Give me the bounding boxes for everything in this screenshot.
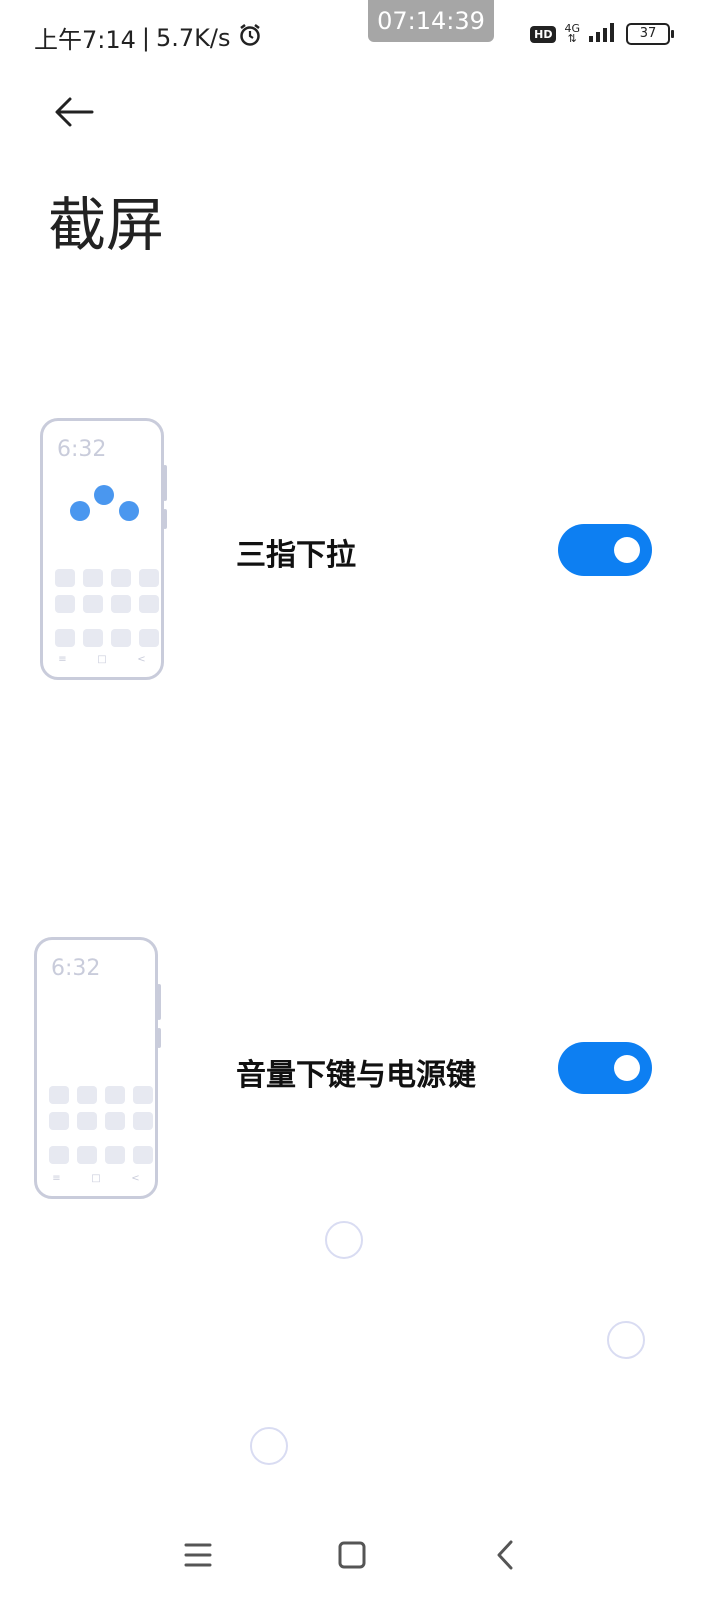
status-time: 上午7:14 xyxy=(34,26,136,54)
three-finger-toggle[interactable] xyxy=(558,524,652,576)
illustration-clock: 6:32 xyxy=(51,956,101,981)
clock-overlay: 07:14:39 xyxy=(368,0,494,42)
network-speed: 5.7K/s xyxy=(156,23,231,52)
data-arrows-icon: ⇅ xyxy=(567,32,577,45)
three-finger-illustration: 6:32 ≡ □ < xyxy=(40,418,167,680)
alarm-icon xyxy=(237,22,263,54)
nav-back-button[interactable] xyxy=(476,1530,536,1580)
back-button[interactable] xyxy=(50,88,98,136)
volume-power-illustration: 6:32 ≡ □ < xyxy=(34,937,161,1199)
illustration-nav: ≡ □ < xyxy=(37,1173,155,1184)
illustration-nav: ≡ □ < xyxy=(43,654,161,665)
status-right: HD 4G ⇅ 37 xyxy=(530,22,674,46)
illustration-side-button xyxy=(163,465,167,501)
touch-indicator xyxy=(607,1321,645,1359)
page-title: 截屏 xyxy=(48,191,165,259)
network-type: 4G ⇅ xyxy=(564,23,580,45)
illustration-side-button xyxy=(157,1028,161,1048)
illustration-app-grid xyxy=(55,569,159,613)
hd-badge: HD xyxy=(530,25,557,43)
illustration-dock xyxy=(55,629,159,647)
volume-power-toggle[interactable] xyxy=(558,1042,652,1094)
chevron-left-icon: < xyxy=(137,654,146,665)
menu-icon xyxy=(184,1543,212,1567)
illustration-dock xyxy=(49,1146,153,1164)
chevron-left-icon: < xyxy=(131,1173,140,1184)
back-icon xyxy=(497,1540,513,1570)
finger-dot xyxy=(94,485,114,505)
square-icon: □ xyxy=(97,654,107,665)
menu-icon: ≡ xyxy=(52,1173,61,1184)
status-separator: | xyxy=(141,23,150,52)
illustration-app-grid xyxy=(49,1086,153,1130)
signal-icon xyxy=(588,22,618,46)
setting-label: 音量下键与电源键 xyxy=(236,1058,476,1093)
recents-button[interactable] xyxy=(168,1530,228,1580)
home-icon xyxy=(338,1541,366,1569)
touch-indicator xyxy=(325,1221,363,1259)
setting-row-volume-power: 6:32 ≡ □ < 音量下键与电源键 xyxy=(0,930,720,1210)
touch-indicator xyxy=(250,1427,288,1465)
setting-label: 三指下拉 xyxy=(236,538,356,573)
illustration-side-button xyxy=(157,984,161,1020)
battery-icon: 37 xyxy=(626,23,674,45)
navigation-bar xyxy=(0,1520,720,1600)
square-icon: □ xyxy=(91,1173,101,1184)
illustration-side-button xyxy=(163,509,167,529)
toggle-knob xyxy=(614,537,640,563)
finger-dot xyxy=(70,501,90,521)
toggle-knob xyxy=(614,1055,640,1081)
setting-row-three-finger: 6:32 ≡ □ < 三指下拉 xyxy=(0,410,720,690)
status-bar: 上午7:14 | 5.7K/s 07:14:39 HD 4G ⇅ 37 xyxy=(0,0,720,72)
home-button[interactable] xyxy=(322,1530,382,1580)
menu-icon: ≡ xyxy=(58,654,67,665)
illustration-clock: 6:32 xyxy=(57,437,107,462)
status-left: 上午7:14 | 5.7K/s xyxy=(34,20,263,55)
arrow-left-icon xyxy=(55,97,94,127)
finger-dot xyxy=(119,501,139,521)
